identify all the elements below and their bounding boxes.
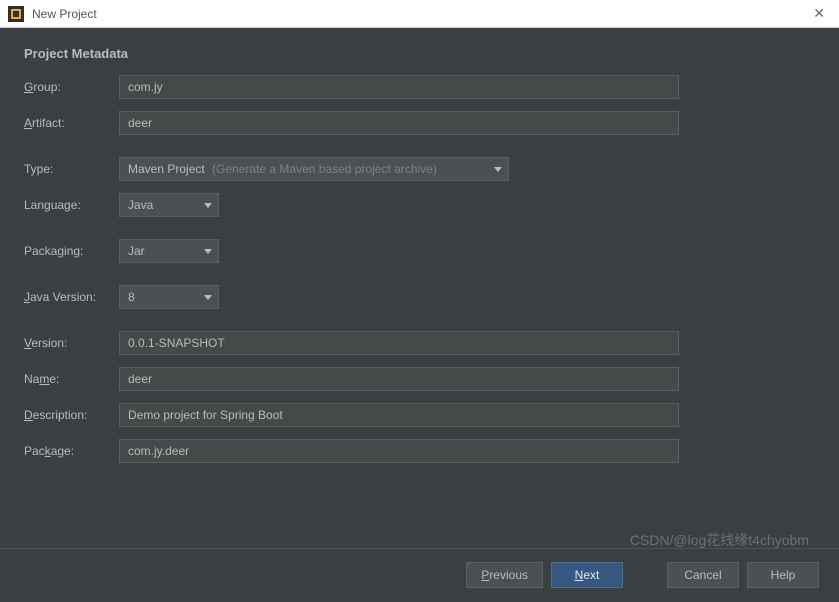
row-artifact: Artifact: xyxy=(24,111,815,135)
label-name: Name: xyxy=(24,372,119,386)
label-java-version: Java Version: xyxy=(24,290,119,304)
chevron-down-icon xyxy=(204,249,212,254)
previous-button[interactable]: Previous xyxy=(466,562,543,588)
artifact-input[interactable] xyxy=(119,111,679,135)
titlebar: New Project ✕ xyxy=(0,0,839,28)
next-button[interactable]: Next xyxy=(551,562,623,588)
form-area: Group: Artifact: Type: Maven Project (Ge… xyxy=(24,75,815,536)
dialog-body: Project Metadata Group: Artifact: Type: … xyxy=(0,28,839,548)
label-group: Group: xyxy=(24,80,119,94)
row-version: Version: xyxy=(24,331,815,355)
row-description: Description: xyxy=(24,403,815,427)
java-version-select[interactable]: 8 xyxy=(119,285,219,309)
name-input[interactable] xyxy=(119,367,679,391)
label-version: Version: xyxy=(24,336,119,350)
label-package: Package: xyxy=(24,444,119,458)
row-language: Language: Java xyxy=(24,193,815,217)
close-icon[interactable]: ✕ xyxy=(807,5,831,22)
group-input[interactable] xyxy=(119,75,679,99)
chevron-down-icon xyxy=(494,167,502,172)
package-input[interactable] xyxy=(119,439,679,463)
section-title: Project Metadata xyxy=(24,46,815,61)
language-select[interactable]: Java xyxy=(119,193,219,217)
row-group: Group: xyxy=(24,75,815,99)
label-packaging: Packaging: xyxy=(24,244,119,258)
chevron-down-icon xyxy=(204,203,212,208)
label-artifact: Artifact: xyxy=(24,116,119,130)
packaging-select[interactable]: Jar xyxy=(119,239,219,263)
chevron-down-icon xyxy=(204,295,212,300)
row-type: Type: Maven Project (Generate a Maven ba… xyxy=(24,157,815,181)
description-input[interactable] xyxy=(119,403,679,427)
cancel-button[interactable]: Cancel xyxy=(667,562,739,588)
row-package: Package: xyxy=(24,439,815,463)
dialog-footer: Previous Next Cancel Help xyxy=(0,548,839,600)
label-language: Language: xyxy=(24,198,119,212)
version-input[interactable] xyxy=(119,331,679,355)
help-button[interactable]: Help xyxy=(747,562,819,588)
window-title: New Project xyxy=(32,7,807,21)
row-java-version: Java Version: 8 xyxy=(24,285,815,309)
label-description: Description: xyxy=(24,408,119,422)
row-name: Name: xyxy=(24,367,815,391)
type-select[interactable]: Maven Project (Generate a Maven based pr… xyxy=(119,157,509,181)
app-icon xyxy=(8,6,24,22)
label-type: Type: xyxy=(24,162,119,176)
row-packaging: Packaging: Jar xyxy=(24,239,815,263)
